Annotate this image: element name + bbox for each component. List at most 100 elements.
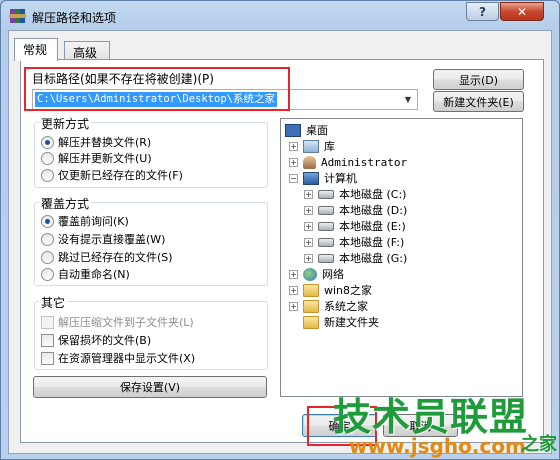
overwrite-mode-title: 覆盖方式	[39, 195, 92, 212]
overwrite-option-rename[interactable]: 自动重命名(N)	[41, 266, 130, 282]
update-mode-group: 更新方式 解压并替换文件(R) 解压并更新文件(U) 仅更新已经存在的文件(F)	[34, 115, 268, 188]
disk-icon	[318, 221, 334, 231]
show-button[interactable]: 显示(D)	[433, 69, 524, 90]
option-label: 解压并更新文件(U)	[58, 152, 152, 165]
option-label: 覆盖前询问(K)	[58, 215, 129, 228]
folder-icon	[303, 315, 319, 329]
tree-label: 库	[324, 140, 335, 153]
checkbox[interactable]	[41, 333, 54, 347]
radio[interactable]	[41, 267, 54, 281]
overwrite-option-ask[interactable]: 覆盖前询问(K)	[41, 213, 129, 229]
tree-item-folder-win8[interactable]: + win8之家	[289, 282, 372, 298]
folder-icon	[303, 283, 319, 297]
option-label: 在资源管理器中显示文件(X)	[58, 352, 196, 365]
collapse-icon[interactable]: −	[289, 173, 298, 183]
overwrite-option-skip[interactable]: 跳过已经存在的文件(S)	[41, 249, 173, 265]
tree-item-desktop[interactable]: 桌面	[285, 122, 328, 138]
chevron-down-icon[interactable]: ▼	[400, 91, 416, 108]
radio-selected[interactable]	[41, 135, 54, 149]
tree-label: 本地磁盘 (D:)	[339, 204, 408, 217]
folder-tree[interactable]: 桌面 + 库 + Administrator − 计算机 + 本地磁盘 (C:) + 本地…	[280, 118, 523, 397]
radio[interactable]	[41, 232, 54, 246]
checkbox-disabled	[41, 315, 54, 329]
radio[interactable]	[41, 250, 54, 264]
disk-icon	[318, 205, 334, 215]
highlight-box-ok	[307, 406, 377, 446]
option-label: 解压并替换文件(R)	[58, 136, 152, 149]
tree-label: 网络	[322, 268, 344, 281]
tree-item-disk-f[interactable]: + 本地磁盘 (F:)	[304, 234, 404, 250]
option-label: 跳过已经存在的文件(S)	[58, 251, 173, 264]
expand-icon[interactable]: +	[289, 141, 298, 151]
save-settings-button[interactable]: 保存设置(V)	[33, 376, 267, 398]
folder-icon	[303, 299, 319, 313]
update-option-existing-only[interactable]: 仅更新已经存在的文件(F)	[41, 167, 183, 183]
option-label: 保留损坏的文件(B)	[58, 334, 152, 347]
tree-item-disk-c[interactable]: + 本地磁盘 (C:)	[304, 186, 406, 202]
desktop-icon	[285, 123, 301, 137]
radio[interactable]	[41, 151, 54, 165]
radio-selected[interactable]	[41, 214, 54, 228]
tree-label: 新建文件夹	[324, 316, 379, 329]
library-icon	[303, 139, 319, 153]
tree-item-folder-new[interactable]: 新建文件夹	[303, 314, 379, 330]
network-icon	[303, 267, 317, 281]
misc-option-subfolder: 解压压缩文件到子文件夹(L)	[41, 314, 194, 330]
option-label: 仅更新已经存在的文件(F)	[58, 169, 183, 182]
tree-item-disk-e[interactable]: + 本地磁盘 (E:)	[304, 218, 406, 234]
tree-label: Administrator	[321, 155, 408, 169]
overwrite-mode-group: 覆盖方式 覆盖前询问(K) 没有提示直接覆盖(W) 跳过已经存在的文件(S) 自…	[34, 195, 268, 286]
expand-icon[interactable]: +	[289, 157, 298, 167]
tree-item-network[interactable]: + 网络	[289, 266, 344, 282]
expand-icon[interactable]: +	[304, 253, 313, 263]
tree-item-library[interactable]: + 库	[289, 138, 335, 154]
expand-icon[interactable]: +	[289, 269, 298, 279]
option-label: 没有提示直接覆盖(W)	[58, 233, 166, 246]
radio[interactable]	[41, 168, 54, 182]
expand-icon[interactable]: +	[304, 205, 313, 215]
tree-item-user[interactable]: + Administrator	[289, 154, 407, 170]
tree-label: 本地磁盘 (E:)	[339, 220, 406, 233]
cancel-button[interactable]: 取消	[383, 414, 458, 437]
computer-icon	[303, 171, 319, 185]
disk-icon	[318, 237, 334, 247]
tab-advanced[interactable]: 高级	[64, 41, 110, 60]
close-button[interactable]: ✕	[500, 2, 544, 21]
checkbox[interactable]	[41, 351, 54, 365]
tree-item-disk-d[interactable]: + 本地磁盘 (D:)	[304, 202, 407, 218]
user-icon	[303, 155, 316, 169]
tree-label: 桌面	[306, 124, 328, 137]
expand-icon[interactable]: +	[304, 189, 313, 199]
tree-item-folder-xitong[interactable]: + 系统之家	[289, 298, 368, 314]
window-title: 解压路径和选项	[32, 11, 117, 25]
tree-label: 本地磁盘 (C:)	[339, 188, 407, 201]
option-label: 自动重命名(N)	[58, 268, 130, 281]
misc-title: 其它	[39, 294, 68, 311]
misc-option-show-in-explorer[interactable]: 在资源管理器中显示文件(X)	[41, 350, 195, 366]
tree-item-computer[interactable]: − 计算机	[289, 170, 357, 186]
tree-item-disk-g[interactable]: + 本地磁盘 (G:)	[304, 250, 407, 266]
expand-icon[interactable]: +	[304, 237, 313, 247]
misc-option-keep-broken[interactable]: 保留损坏的文件(B)	[41, 332, 151, 348]
expand-icon[interactable]: +	[304, 221, 313, 231]
update-option-extract-update[interactable]: 解压并更新文件(U)	[41, 150, 152, 166]
expand-icon[interactable]: +	[289, 301, 298, 311]
update-option-extract-replace[interactable]: 解压并替换文件(R)	[41, 134, 151, 150]
tree-label: 本地磁盘 (G:)	[339, 252, 408, 265]
option-label: 解压压缩文件到子文件夹(L)	[58, 316, 194, 329]
title-bar[interactable]: 解压路径和选项 ? ✕	[1, 1, 559, 31]
disk-icon	[318, 189, 334, 199]
disk-icon	[318, 253, 334, 263]
tab-general[interactable]: 常规	[14, 38, 58, 61]
misc-group: 其它 解压压缩文件到子文件夹(L) 保留损坏的文件(B) 在资源管理器中显示文件…	[34, 294, 268, 370]
help-button[interactable]: ?	[466, 2, 499, 21]
update-mode-title: 更新方式	[39, 115, 92, 132]
new-folder-button[interactable]: 新建文件夹(E)	[433, 91, 524, 112]
tree-label: 计算机	[324, 172, 357, 185]
tree-label: win8之家	[324, 284, 373, 297]
winrar-app-icon	[9, 9, 26, 23]
highlight-box-destination	[24, 67, 290, 111]
expand-icon[interactable]: +	[289, 285, 298, 295]
overwrite-option-no-prompt[interactable]: 没有提示直接覆盖(W)	[41, 231, 165, 247]
tree-label: 本地磁盘 (F:)	[339, 236, 405, 249]
